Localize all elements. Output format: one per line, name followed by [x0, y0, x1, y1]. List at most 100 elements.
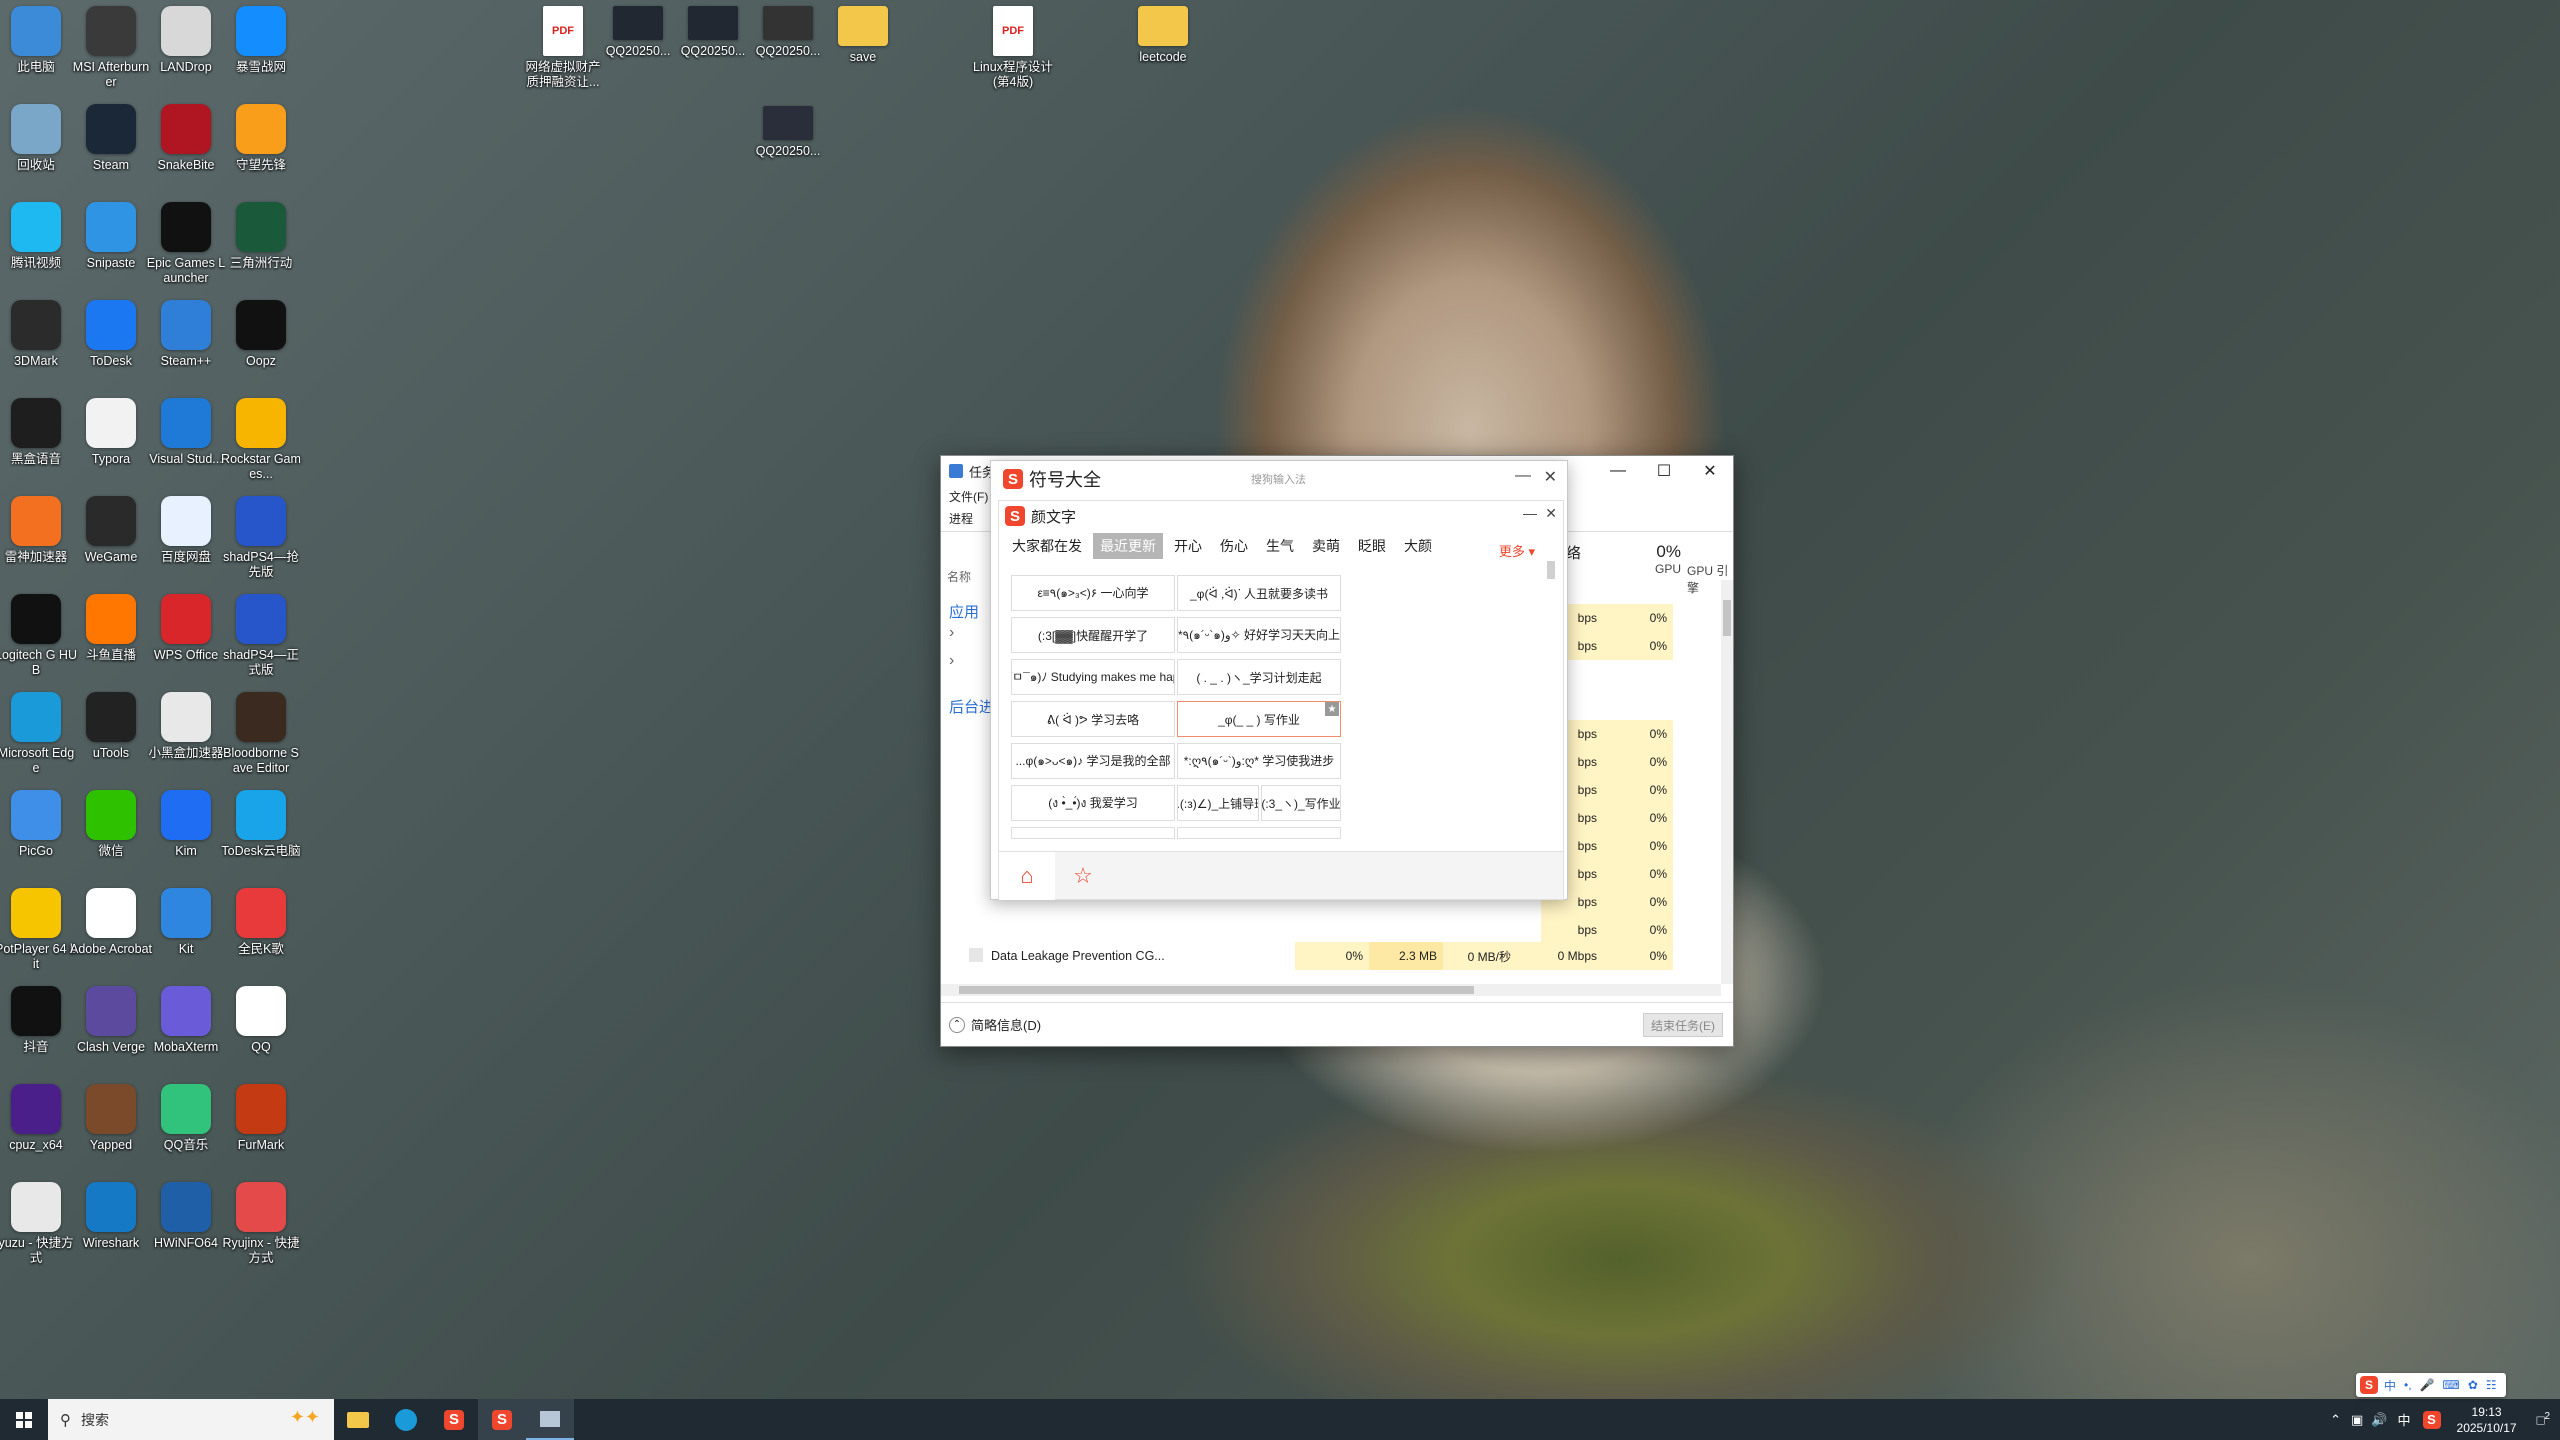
desktop-shortcut[interactable]: FurMark — [220, 1084, 302, 1153]
vscroll-thumb[interactable] — [1723, 600, 1731, 636]
desktop-file[interactable]: PDF 网络虚拟财产质押融资让... — [522, 6, 604, 90]
column-name[interactable]: 名称 — [947, 568, 971, 585]
desktop-shortcut[interactable]: Kim — [145, 790, 227, 859]
ime-toolbar[interactable]: S 中 •, 🎤 ⌨ ✿ ☷ — [2356, 1373, 2506, 1397]
kaomoji-item-partial[interactable] — [1177, 827, 1341, 839]
ime-lang-chinese[interactable]: 中 — [2384, 1377, 2396, 1394]
mic-icon[interactable]: 🎤 — [2420, 1378, 2435, 1392]
kaomoji-item[interactable]: _φ(ᐛ ,ᐛ)ᐝ 人丑就要多读书 — [1177, 575, 1341, 611]
desktop-shortcut[interactable]: 三角洲行动 — [220, 202, 302, 271]
kaomoji-item[interactable]: *٩(๑´ᵕ`๑)و✧ 好好学习天天向上 — [1177, 617, 1341, 653]
kaomoji-item[interactable]: ...φ(๑>ᴗ<๑)♪ 学习是我的全部 — [1011, 743, 1175, 779]
gpu-engine-header[interactable]: GPU 引擎 — [1687, 536, 1737, 595]
desktop-shortcut[interactable]: HWiNFO64 — [145, 1182, 227, 1251]
speaker-icon[interactable]: 🔊 — [2367, 1412, 2391, 1428]
kaomoji-item[interactable]: ...(:з)∠)_上铺导班 — [1177, 785, 1259, 821]
kaomoji-item[interactable]: *:ღ٩(๑´ᵕ`)و:ღ* 学习使我进步 — [1177, 743, 1341, 779]
desktop-shortcut[interactable]: WeGame — [70, 496, 152, 565]
desktop-shortcut[interactable]: Yapped — [70, 1084, 152, 1153]
desktop-shortcut[interactable]: QQ — [220, 986, 302, 1055]
more-dropdown[interactable]: 更多 ▾ — [1499, 541, 1535, 560]
kaomoji-item[interactable]: (:3[▓▓]快醒醒开学了 — [1011, 617, 1175, 653]
desktop-shortcut[interactable]: Wireshark — [70, 1182, 152, 1251]
horizontal-scrollbar[interactable] — [941, 984, 1721, 996]
desktop-shortcut[interactable]: QQ音乐 — [145, 1084, 227, 1153]
desktop-shortcut[interactable]: 此电脑 — [0, 6, 77, 75]
clock[interactable]: 19:13 2025/10/17 — [2447, 1404, 2527, 1436]
desktop-shortcut[interactable]: 小黑盒加速器 — [145, 692, 227, 761]
desktop-shortcut[interactable]: uTools — [70, 692, 152, 761]
desktop-shortcut[interactable]: cpuz_x64 — [0, 1084, 77, 1153]
collapse-icon[interactable]: ⌃ — [949, 1016, 965, 1033]
panel-close-button[interactable]: ✕ — [1545, 505, 1557, 522]
star-icon[interactable]: ☆ — [1055, 852, 1111, 900]
desktop-shortcut[interactable]: Oopz — [220, 300, 302, 369]
desktop-shortcut[interactable]: Ryujinx - 快捷方式 — [220, 1182, 302, 1266]
desktop-shortcut[interactable]: WPS Office — [145, 594, 227, 663]
desktop-shortcut[interactable]: 黑盒语音 — [0, 398, 77, 467]
taskbar-search[interactable]: ⚲ 搜索 ✦✦ — [48, 1399, 334, 1440]
network-icon[interactable]: ▣ — [2347, 1412, 2367, 1428]
keyboard-icon[interactable]: ⌨ — [2443, 1378, 2460, 1392]
panel-minimize-button[interactable]: — — [1523, 505, 1537, 521]
desktop-shortcut[interactable]: Bloodborne Save Editor — [220, 692, 302, 776]
sogou-taskbar-icon[interactable]: S — [430, 1399, 478, 1440]
notification-icon[interactable]: □2 — [2527, 1411, 2560, 1427]
category-tab[interactable]: 大家都在发 — [1005, 533, 1089, 559]
desktop-file[interactable]: save — [822, 6, 904, 65]
desktop-shortcut[interactable]: ToDesk — [70, 300, 152, 369]
category-tab[interactable]: 开心 — [1167, 533, 1209, 559]
desktop-file[interactable]: QQ20250... — [747, 6, 829, 59]
kaomoji-item-partial[interactable] — [1011, 827, 1175, 839]
desktop-shortcut[interactable]: 暴雪战网 — [220, 6, 302, 75]
desktop-shortcut[interactable]: Steam — [70, 104, 152, 173]
desktop-shortcut[interactable]: 抖音 — [0, 986, 77, 1055]
close-button[interactable]: ✕ — [1687, 456, 1733, 486]
kaomoji-scroll-thumb[interactable] — [1547, 561, 1555, 579]
symbol-minimize-button[interactable]: — — [1515, 467, 1531, 485]
skin-icon[interactable]: ✿ — [2468, 1378, 2478, 1392]
scrollbar-thumb[interactable] — [959, 986, 1474, 994]
desktop-shortcut[interactable]: 腾讯视频 — [0, 202, 77, 271]
desktop-shortcut[interactable]: Steam++ — [145, 300, 227, 369]
start-button[interactable] — [0, 1399, 48, 1440]
desktop-shortcut[interactable]: shadPS4—抢先版 — [220, 496, 302, 580]
desktop-shortcut[interactable]: Rockstar Games... — [220, 398, 302, 482]
category-tab[interactable]: 大颜 — [1397, 533, 1439, 559]
desktop-shortcut[interactable]: Logitech G HUB — [0, 594, 77, 678]
kaomoji-item[interactable]: ε≡٩(๑>₃<)۶ 一心向学 — [1011, 575, 1175, 611]
ime-indicator[interactable]: 中 — [2392, 1410, 2417, 1429]
desktop-shortcut[interactable]: 雷神加速器 — [0, 496, 77, 565]
file-explorer-icon[interactable] — [334, 1399, 382, 1440]
desktop-shortcut[interactable]: PotPlayer 64 bit — [0, 888, 77, 972]
desktop-shortcut[interactable]: Typora — [70, 398, 152, 467]
expand-arrow-icon[interactable]: › — [949, 624, 954, 642]
desktop-shortcut[interactable]: Clash Verge — [70, 986, 152, 1055]
favorite-star-icon[interactable]: ★ — [1325, 702, 1339, 716]
desktop-file[interactable]: QQ20250... — [672, 6, 754, 59]
kaomoji-item[interactable]: (ง •̀_•́)ง 我爱学习 — [1011, 785, 1175, 821]
desktop-shortcut[interactable]: 守望先锋 — [220, 104, 302, 173]
desktop-shortcut[interactable]: LANDrop — [145, 6, 227, 75]
desktop-shortcut[interactable]: 回收站 — [0, 104, 77, 173]
home-icon[interactable]: ⌂ — [999, 851, 1055, 900]
kaomoji-item[interactable]: ᕕ( ᐛ )ᕗ 学习去咯 — [1011, 701, 1175, 737]
desktop-shortcut[interactable]: 微信 — [70, 790, 152, 859]
desktop-shortcut[interactable]: MobaXterm — [145, 986, 227, 1055]
desktop-file[interactable]: leetcode — [1122, 6, 1204, 65]
desktop-shortcut[interactable]: Kit — [145, 888, 227, 957]
desktop-shortcut[interactable]: 3DMark — [0, 300, 77, 369]
desktop-shortcut[interactable]: shadPS4—正式版 — [220, 594, 302, 678]
desktop-shortcut[interactable]: PicGo — [0, 790, 77, 859]
table-row[interactable]: Data Leakage Prevention CG... 0% 2.3 MB … — [941, 942, 1721, 970]
category-tab[interactable]: 伤心 — [1213, 533, 1255, 559]
tray-chevron-icon[interactable]: ⌃ — [2324, 1412, 2347, 1428]
desktop-shortcut[interactable]: Epic Games Launcher — [145, 202, 227, 286]
fewer-details-link[interactable]: 简略信息(D) — [971, 1015, 1041, 1034]
minimize-button[interactable]: — — [1595, 456, 1641, 486]
sogou-tray-icon[interactable]: S — [2422, 1410, 2441, 1429]
desktop-shortcut[interactable]: Snipaste — [70, 202, 152, 271]
end-task-button[interactable]: 结束任务(E) — [1643, 1013, 1723, 1037]
expand-arrow-icon[interactable]: › — [949, 652, 954, 670]
toolbox-icon[interactable]: ☷ — [2486, 1378, 2497, 1392]
